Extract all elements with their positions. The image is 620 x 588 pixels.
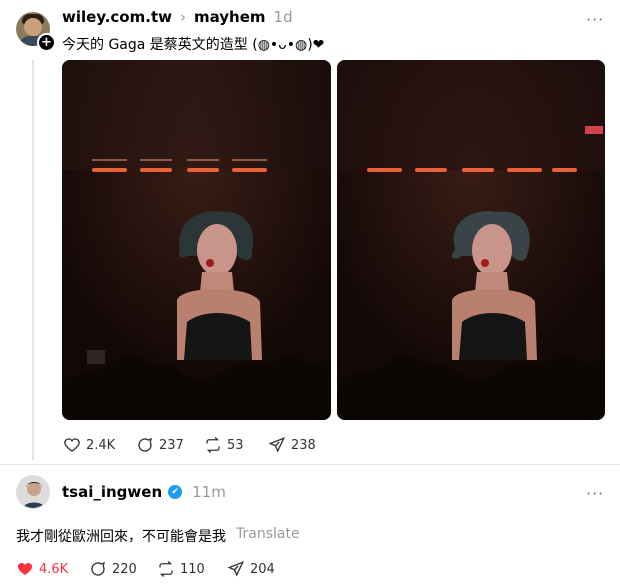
post-text: 今天的 Gaga 是蔡英文的造型 (◍•ᴗ•◍)❤ <box>62 37 325 53</box>
post-username[interactable]: wiley.com.tw <box>62 8 172 26</box>
post-username[interactable]: tsai_ingwen <box>62 483 162 501</box>
post-time: 1d <box>273 8 293 26</box>
verified-badge-icon: ✔ <box>168 485 183 499</box>
chevron-right-icon: › <box>179 8 186 26</box>
avatar[interactable] <box>16 475 50 509</box>
repost-icon <box>206 437 220 453</box>
repost-count: 110 <box>180 561 205 577</box>
reply-button[interactable]: 237 <box>136 436 184 454</box>
post-time: 11m <box>192 483 226 501</box>
share-button[interactable]: 238 <box>268 436 316 454</box>
repost-count: 53 <box>227 437 244 453</box>
heart-icon <box>64 438 80 452</box>
translate-link[interactable]: Translate <box>236 526 300 546</box>
share-icon <box>268 437 286 453</box>
topic-tag[interactable]: mayhem <box>194 8 266 26</box>
share-count: 238 <box>291 437 316 453</box>
post-divider <box>0 464 620 465</box>
reply-count: 237 <box>159 437 184 453</box>
like-button[interactable]: 2.4K <box>63 436 115 454</box>
like-button[interactable]: 4.6K <box>16 560 68 578</box>
post-image-1[interactable] <box>62 60 331 420</box>
more-options-icon[interactable]: ··· <box>586 10 604 29</box>
post-text: 我才剛從歐洲回來，不可能會是我 <box>16 529 226 545</box>
repost-icon <box>159 561 173 577</box>
follow-plus-icon[interactable]: + <box>37 33 56 52</box>
post-image-2[interactable] <box>337 60 605 420</box>
share-icon <box>227 561 245 577</box>
reply-button[interactable]: 220 <box>89 560 137 578</box>
comment-icon <box>138 437 152 452</box>
comment-icon <box>91 561 105 576</box>
like-count: 4.6K <box>39 561 69 577</box>
repost-button[interactable]: 53 <box>204 436 244 454</box>
share-button[interactable]: 204 <box>227 560 275 578</box>
repost-button[interactable]: 110 <box>157 560 205 578</box>
like-count: 2.4K <box>86 437 116 453</box>
share-count: 204 <box>250 561 275 577</box>
more-options-icon[interactable]: ··· <box>586 484 604 503</box>
thread-line <box>32 60 34 460</box>
heart-filled-icon <box>17 563 33 575</box>
reply-count: 220 <box>112 561 137 577</box>
